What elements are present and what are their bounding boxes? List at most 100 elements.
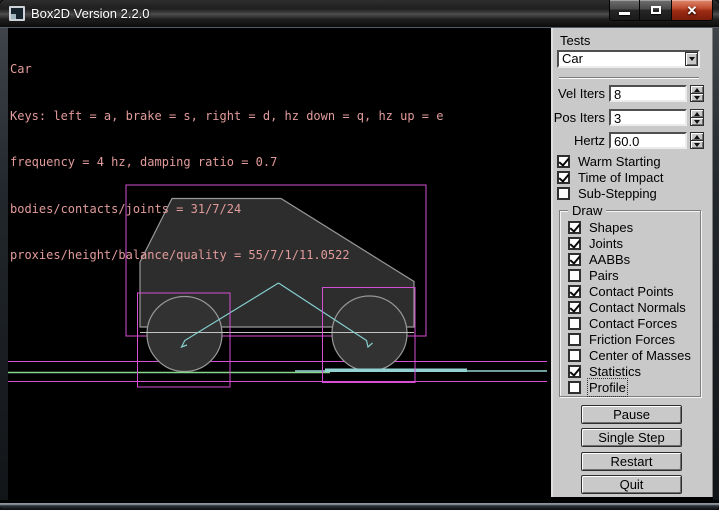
app-window: Box2D Version 2.2.0 ✕ [0, 0, 719, 510]
checkbox-box[interactable] [568, 365, 581, 378]
arrow-up-icon [694, 112, 700, 116]
tests-dropdown-value: Car [559, 52, 685, 66]
checkbox-sub-stepping[interactable]: Sub-Stepping [557, 186, 657, 200]
vel-iters-input[interactable]: 8 [609, 85, 687, 102]
pos-iters-down-button[interactable] [690, 118, 704, 126]
checkbox-pairs[interactable]: Pairs [568, 268, 619, 282]
checkbox-label: Time of Impact [578, 170, 663, 185]
stats-block: Car Keys: left = a, brake = s, right = d… [10, 31, 443, 295]
pos-iters-input[interactable]: 3 [609, 109, 687, 126]
arrow-down-icon [694, 120, 700, 124]
checkbox-label: Contact Normals [589, 300, 686, 315]
checkbox-statistics[interactable]: Statistics [568, 364, 641, 378]
checkbox-box[interactable] [568, 349, 581, 362]
checkbox-box[interactable] [568, 301, 581, 314]
hertz-row: Hertz 60.0 [553, 132, 715, 149]
checkbox-contact-forces[interactable]: Contact Forces [568, 316, 677, 330]
checkbox-box[interactable] [568, 381, 581, 394]
quit-button[interactable]: Quit [581, 475, 682, 494]
vel-iters-stepper [690, 85, 704, 102]
checkbox-joints[interactable]: Joints [568, 236, 623, 250]
separator [559, 77, 699, 79]
vel-iters-label: Vel Iters [553, 86, 605, 101]
stats-line: proxies/height/balance/quality = 55/7/1/… [10, 248, 443, 264]
app-icon[interactable] [9, 6, 25, 21]
close-icon: ✕ [687, 4, 698, 17]
vel-iters-down-button[interactable] [690, 94, 704, 102]
checkbox-label: AABBs [589, 252, 630, 267]
wheel-right [332, 296, 407, 371]
window-controls: ✕ [609, 0, 713, 21]
checkbox-label: Contact Forces [589, 316, 677, 331]
maximize-icon [651, 6, 661, 14]
checkbox-box[interactable] [568, 333, 581, 346]
close-button[interactable]: ✕ [671, 0, 713, 21]
checkbox-box[interactable] [568, 237, 581, 250]
checkbox-label: Contact Points [589, 284, 674, 299]
hertz-stepper [690, 132, 704, 149]
chevron-down-icon [689, 57, 695, 61]
tests-dropdown-button[interactable] [685, 52, 698, 66]
checkbox-box[interactable] [568, 285, 581, 298]
checkbox-profile[interactable]: Profile [568, 380, 626, 394]
checkbox-aabbs[interactable]: AABBs [568, 252, 630, 266]
draw-groupbox: Draw Shapes Joints AABBs Pairs Contact P… [559, 210, 701, 397]
pos-iters-stepper [690, 109, 704, 126]
checkbox-label: Pairs [589, 268, 619, 283]
checkbox-box[interactable] [557, 187, 570, 200]
window-frame-bottom [0, 500, 719, 510]
arrow-down-icon [694, 96, 700, 100]
tests-label: Tests [560, 33, 590, 48]
checkbox-contact-points[interactable]: Contact Points [568, 284, 674, 298]
wheel-left [147, 297, 222, 372]
checkbox-box[interactable] [568, 269, 581, 282]
control-panel: Tests Car Vel Iters 8 Pos Iters 3 Hertz [551, 28, 713, 497]
window-frame-left [0, 28, 8, 502]
checkbox-label: Shapes [589, 220, 633, 235]
pos-iters-up-button[interactable] [690, 109, 704, 118]
pause-button[interactable]: Pause [581, 405, 682, 424]
window-title: Box2D Version 2.2.0 [31, 6, 150, 21]
minimize-button[interactable] [609, 0, 640, 21]
checkbox-label: Warm Starting [578, 154, 661, 169]
checkbox-friction-forces[interactable]: Friction Forces [568, 332, 675, 346]
restart-button[interactable]: Restart [581, 452, 682, 471]
arrow-up-icon [694, 135, 700, 139]
checkbox-label: Statistics [589, 364, 641, 379]
stats-line: frequency = 4 hz, damping ratio = 0.7 [10, 155, 443, 171]
pos-iters-label: Pos Iters [553, 110, 605, 125]
checkbox-label: Joints [589, 236, 623, 251]
checkbox-box[interactable] [557, 171, 570, 184]
stats-line: bodies/contacts/joints = 31/7/24 [10, 202, 443, 218]
hertz-up-button[interactable] [690, 132, 704, 141]
stats-line: Keys: left = a, brake = s, right = d, hz… [10, 109, 443, 125]
checkbox-warm-starting[interactable]: Warm Starting [557, 154, 661, 168]
hertz-down-button[interactable] [690, 141, 704, 149]
maximize-button[interactable] [640, 0, 671, 21]
checkbox-label: Friction Forces [589, 332, 675, 347]
checkbox-time-of-impact[interactable]: Time of Impact [557, 170, 663, 184]
hertz-label: Hertz [553, 133, 605, 148]
stats-line: Car [10, 62, 443, 78]
checkbox-contact-normals[interactable]: Contact Normals [568, 300, 686, 314]
simulation-canvas[interactable]: Car Keys: left = a, brake = s, right = d… [8, 28, 547, 500]
checkbox-box[interactable] [568, 221, 581, 234]
checkbox-label: Center of Masses [589, 348, 691, 363]
checkbox-box[interactable] [568, 317, 581, 330]
minimize-icon [619, 12, 630, 15]
title-bar[interactable]: Box2D Version 2.2.0 ✕ [0, 0, 719, 28]
checkbox-box[interactable] [568, 253, 581, 266]
pos-iters-row: Pos Iters 3 [553, 109, 715, 126]
draw-group-title: Draw [568, 203, 606, 218]
checkbox-label: Sub-Stepping [578, 186, 657, 201]
bridge-segment [325, 369, 467, 373]
checkbox-shapes[interactable]: Shapes [568, 220, 633, 234]
single-step-button[interactable]: Single Step [581, 428, 682, 447]
tests-dropdown[interactable]: Car [557, 50, 700, 68]
hertz-input[interactable]: 60.0 [609, 132, 687, 149]
vel-iters-up-button[interactable] [690, 85, 704, 94]
checkbox-center-of-masses[interactable]: Center of Masses [568, 348, 691, 362]
arrow-down-icon [694, 143, 700, 147]
vel-iters-row: Vel Iters 8 [553, 85, 715, 102]
checkbox-box[interactable] [557, 155, 570, 168]
